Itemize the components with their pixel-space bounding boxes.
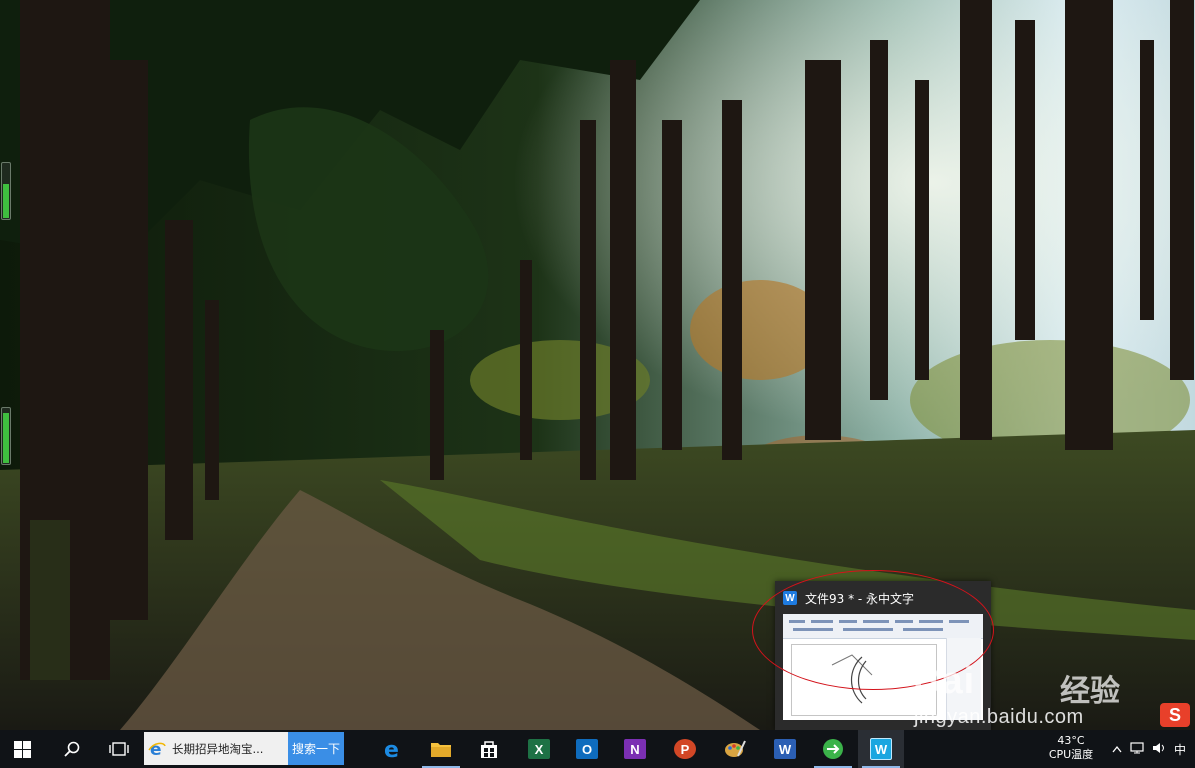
thumb-ribbon bbox=[783, 614, 983, 639]
edge-meter-top[interactable] bbox=[1, 162, 11, 220]
preview-title: 文件93 * - 永中文字 bbox=[805, 591, 915, 606]
task-view-icon bbox=[109, 742, 129, 756]
system-tray: 中 bbox=[1110, 730, 1195, 768]
green-browser-icon bbox=[823, 739, 843, 759]
desktop-wallpaper bbox=[0, 0, 1195, 730]
edge-icon: e bbox=[384, 738, 399, 760]
taskbar-app-excel[interactable]: X bbox=[516, 730, 562, 768]
ime-indicator[interactable]: 中 bbox=[1174, 741, 1186, 758]
cpu-temp-label: CPU温度 bbox=[1048, 748, 1094, 761]
search-text: 长期招异地淘宝... bbox=[172, 741, 264, 756]
network-icon[interactable] bbox=[1130, 741, 1144, 757]
edge-meter-bottom[interactable] bbox=[1, 407, 11, 465]
ie-icon: e bbox=[148, 740, 166, 758]
taskbar-app-word[interactable]: W bbox=[762, 730, 808, 768]
folder-icon bbox=[431, 743, 451, 757]
taskbar-app-browser[interactable] bbox=[810, 730, 856, 768]
outlook-icon: O bbox=[576, 739, 598, 759]
windows-logo-icon bbox=[13, 740, 31, 758]
chevron-up-icon[interactable] bbox=[1112, 742, 1122, 756]
taskbar-app-edge[interactable]: e bbox=[370, 730, 416, 768]
yozo-writer-icon: W bbox=[870, 738, 892, 760]
watermark-url: jingyan.baidu.com bbox=[914, 706, 1084, 728]
svg-text:e: e bbox=[384, 738, 399, 760]
taskbar-app-powerpoint[interactable]: P bbox=[662, 730, 708, 768]
onenote-icon: N bbox=[624, 739, 646, 759]
search-submit-button[interactable]: 搜索一下 bbox=[288, 732, 344, 765]
start-button[interactable] bbox=[0, 730, 44, 768]
taskbar-app-yozo-writer[interactable]: W bbox=[858, 730, 904, 768]
taskbar-app-paint[interactable] bbox=[712, 730, 758, 768]
task-view-button[interactable] bbox=[97, 730, 141, 768]
sogou-ime-icon[interactable]: S bbox=[1160, 703, 1190, 727]
cpu-temp-value: 43°C bbox=[1057, 734, 1085, 747]
yozo-writer-icon: W bbox=[783, 591, 797, 605]
preview-header: W 文件93 * - 永中文字 bbox=[783, 589, 983, 607]
forest-photo bbox=[0, 0, 1195, 730]
taskbar-app-file-explorer[interactable] bbox=[418, 730, 464, 768]
store-icon bbox=[481, 741, 497, 758]
taskbar-app-onenote[interactable]: N bbox=[612, 730, 658, 768]
volume-icon[interactable] bbox=[1152, 742, 1166, 757]
word-icon: W bbox=[774, 739, 796, 759]
jingyan-watermark: 经验 bbox=[1060, 674, 1120, 709]
cortana-search-button[interactable] bbox=[50, 730, 94, 768]
paint-palette-icon bbox=[725, 740, 746, 757]
excel-icon: X bbox=[528, 739, 550, 759]
search-icon bbox=[64, 741, 80, 757]
taskbar-app-store[interactable] bbox=[466, 730, 512, 768]
taskbar-app-outlook[interactable]: O bbox=[564, 730, 610, 768]
ie-search-input[interactable]: e 长期招异地淘宝... bbox=[144, 732, 288, 765]
powerpoint-icon: P bbox=[674, 739, 696, 759]
cpu-temp-widget[interactable]: 43°C CPU温度 bbox=[1040, 730, 1102, 768]
baidu-watermark: Bai bbox=[913, 660, 976, 702]
